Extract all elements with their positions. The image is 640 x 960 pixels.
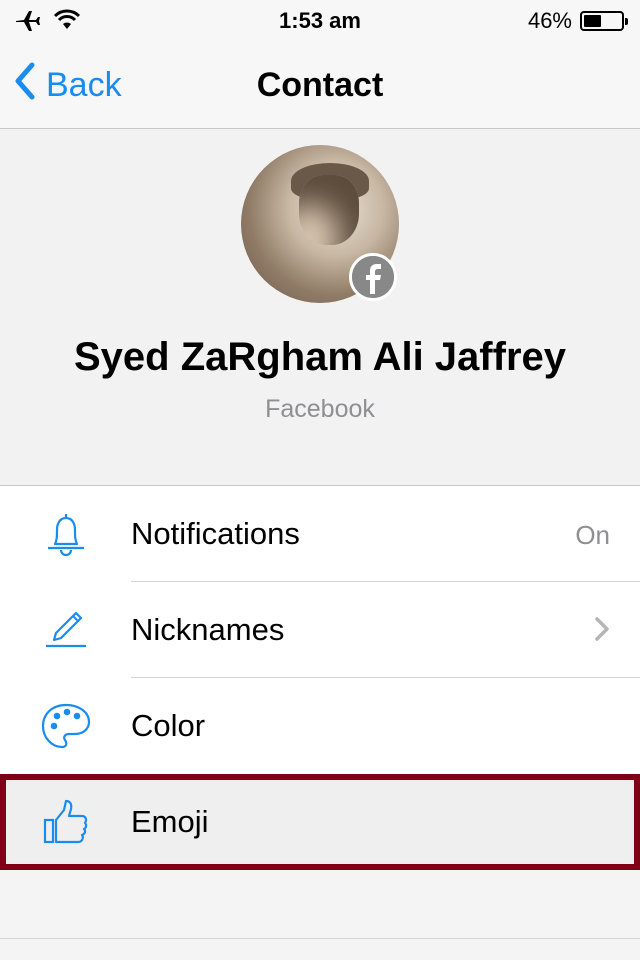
nicknames-label: Nicknames [131, 612, 285, 647]
bottom-divider [0, 938, 640, 939]
color-row[interactable]: Color [0, 678, 640, 774]
thumbs-up-icon [40, 798, 92, 846]
contact-options-list: Notifications On Nicknames Color Emoji [0, 486, 640, 870]
pencil-icon [40, 606, 92, 654]
avatar-face [299, 175, 359, 245]
battery-percent: 46% [527, 8, 572, 33]
bell-icon [40, 510, 92, 558]
notifications-row[interactable]: Notifications On [0, 486, 640, 582]
profile-source: Facebook [265, 395, 375, 423]
profile-name: Syed ZaRgham Ali Jaffrey [73, 335, 566, 379]
color-label: Color [131, 708, 206, 743]
navigation-bar: Back Contact [0, 40, 640, 129]
status-bar: 1:53 am 46% [0, 0, 640, 40]
palette-icon [40, 702, 92, 750]
notifications-value: On [575, 520, 610, 550]
notifications-label: Notifications [131, 516, 300, 551]
status-right: 46% [527, 8, 628, 34]
emoji-label: Emoji [131, 804, 209, 839]
chevron-right-icon [594, 616, 610, 647]
battery-tip [625, 18, 628, 25]
page-title: Contact [256, 66, 384, 104]
nicknames-row[interactable]: Nicknames [0, 582, 640, 678]
emoji-row[interactable]: Emoji [0, 774, 640, 870]
battery-fill [584, 15, 601, 27]
facebook-badge-icon [349, 253, 397, 301]
profile-header: Syed ZaRgham Ali Jaffrey Facebook [0, 129, 640, 486]
battery-icon [580, 11, 628, 31]
